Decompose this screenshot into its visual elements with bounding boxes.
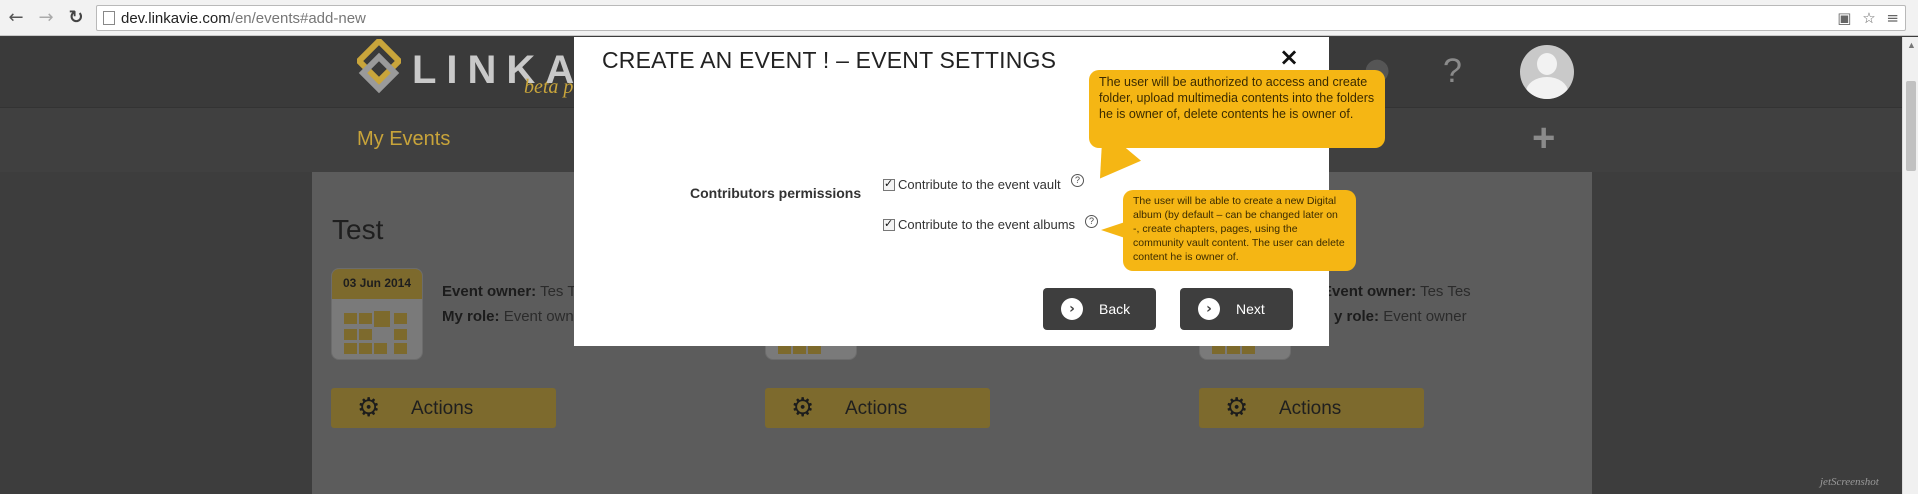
actions-button[interactable]: ⚙ Actions (331, 388, 556, 428)
albums-option-label: Contribute to the event albums (898, 217, 1076, 232)
chevron-right-icon: › (1198, 298, 1220, 320)
nav-my-events[interactable]: My Events (357, 128, 450, 151)
chevron-right-icon: › (1061, 298, 1083, 320)
event-role-line: My role: Event own (442, 308, 574, 325)
back-button[interactable]: › Back (1043, 288, 1156, 330)
vault-tooltip: The user will be authorized to access an… (1089, 70, 1385, 148)
translate-icon[interactable]: ▣ (1837, 9, 1851, 27)
logo-icon (357, 39, 401, 94)
vault-checkbox[interactable] (883, 177, 895, 191)
modal-title: CREATE AN EVENT ! – EVENT SETTINGS (602, 47, 1057, 73)
gear-icon: ⚙ (357, 393, 381, 423)
tooltip-tail (1101, 222, 1125, 238)
forward-arrow-icon[interactable]: → (34, 6, 58, 30)
browser-toolbar: ← → ↻ dev.linkavie.com/en/events#add-new… (0, 0, 1918, 36)
close-icon[interactable]: × (1279, 45, 1299, 69)
page-title: Test (332, 214, 384, 245)
actions-button[interactable]: ⚙ Actions (765, 388, 990, 428)
event-owner-line: Event owner: Tes Tes (1322, 283, 1471, 300)
vault-help-icon[interactable]: ? (1071, 174, 1084, 187)
reload-icon[interactable]: ↻ (64, 6, 88, 30)
albums-tooltip: The user will be able to create a new Di… (1123, 190, 1356, 271)
page-icon (103, 11, 115, 25)
scroll-up-icon[interactable]: ▲ (1907, 40, 1916, 50)
actions-button[interactable]: ⚙ Actions (1199, 388, 1424, 428)
help-icon[interactable]: ? (1443, 52, 1462, 91)
gear-icon: ⚙ (1225, 393, 1249, 423)
add-event-icon[interactable]: + (1532, 116, 1555, 161)
calendar-icon: 03 Jun 2014 (331, 268, 423, 360)
option-albums[interactable]: Contribute to the event albums (883, 217, 1075, 232)
event-date: 03 Jun 2014 (332, 269, 422, 299)
contributors-permissions-label: Contributors permissions (690, 185, 862, 201)
event-owner-line: Event owner: Tes T (442, 283, 577, 300)
watermark: jetScreenshot (1820, 476, 1879, 488)
next-button[interactable]: › Next (1180, 288, 1293, 330)
logo-beta-text: beta pr (524, 76, 582, 98)
avatar[interactable] (1520, 45, 1574, 99)
albums-checkbox[interactable] (883, 217, 895, 231)
event-role-line: y role: Event owner (1334, 308, 1467, 325)
gear-icon: ⚙ (791, 393, 815, 423)
back-arrow-icon[interactable]: ← (4, 6, 28, 30)
url-text[interactable]: dev.linkavie.com/en/events#add-new (121, 10, 366, 27)
albums-help-icon[interactable]: ? (1085, 215, 1098, 228)
bookmark-star-icon[interactable]: ☆ (1862, 9, 1875, 27)
address-bar[interactable]: dev.linkavie.com/en/events#add-new ▣ ☆ ≡ (96, 5, 1906, 31)
option-vault[interactable]: Contribute to the event vault (883, 177, 1061, 192)
vault-option-label: Contribute to the event vault (898, 177, 1061, 192)
scroll-thumb[interactable] (1906, 81, 1916, 171)
scrollbar[interactable]: ▲ (1902, 37, 1918, 494)
menu-icon[interactable]: ≡ (1886, 9, 1899, 27)
